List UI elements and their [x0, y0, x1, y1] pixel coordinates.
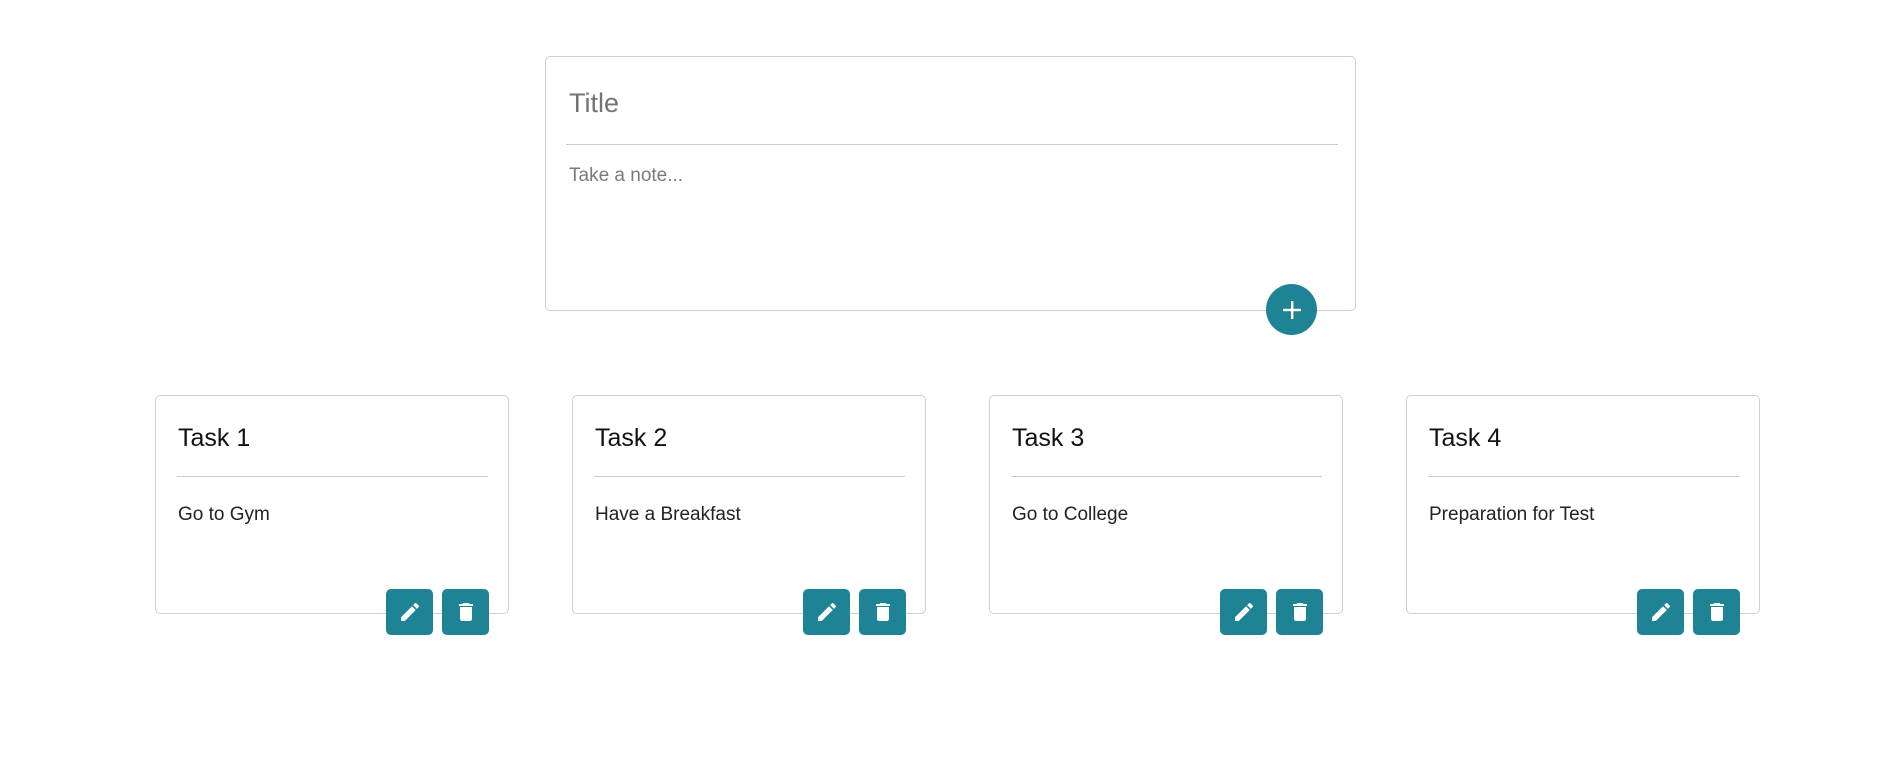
trash-icon — [454, 600, 478, 624]
note-card: Task 2 Have a Breakfast — [572, 395, 926, 635]
title-input[interactable] — [566, 79, 1338, 127]
trash-icon — [1288, 600, 1312, 624]
trash-icon — [871, 600, 895, 624]
pencil-icon — [815, 600, 839, 624]
note-card: Task 1 Go to Gym — [155, 395, 509, 635]
composer-divider — [566, 144, 1338, 145]
note-title: Task 3 — [1012, 424, 1085, 452]
delete-note-button[interactable] — [859, 589, 906, 635]
delete-note-button[interactable] — [442, 589, 489, 635]
note-textarea[interactable] — [566, 165, 1338, 285]
pencil-icon — [398, 600, 422, 624]
delete-note-button[interactable] — [1693, 589, 1740, 635]
note-divider — [594, 476, 905, 477]
note-card: Task 3 Go to College — [989, 395, 1343, 635]
note-content: Go to College — [1012, 504, 1129, 525]
plus-icon — [1281, 299, 1303, 321]
note-title: Task 1 — [178, 424, 251, 452]
pencil-icon — [1232, 600, 1256, 624]
note-content: Go to Gym — [178, 504, 270, 525]
edit-note-button[interactable] — [386, 589, 433, 635]
note-divider — [1011, 476, 1322, 477]
trash-icon — [1705, 600, 1729, 624]
edit-note-button[interactable] — [803, 589, 850, 635]
add-note-button[interactable] — [1266, 284, 1317, 335]
note-content: Have a Breakfast — [595, 504, 741, 525]
note-title: Task 2 — [595, 424, 668, 452]
note-card: Task 4 Preparation for Test — [1406, 395, 1760, 635]
note-divider — [177, 476, 488, 477]
pencil-icon — [1649, 600, 1673, 624]
note-divider — [1428, 476, 1739, 477]
delete-note-button[interactable] — [1276, 589, 1323, 635]
edit-note-button[interactable] — [1220, 589, 1267, 635]
note-title: Task 4 — [1429, 424, 1502, 452]
edit-note-button[interactable] — [1637, 589, 1684, 635]
note-composer — [545, 56, 1356, 311]
note-content: Preparation for Test — [1429, 504, 1595, 525]
